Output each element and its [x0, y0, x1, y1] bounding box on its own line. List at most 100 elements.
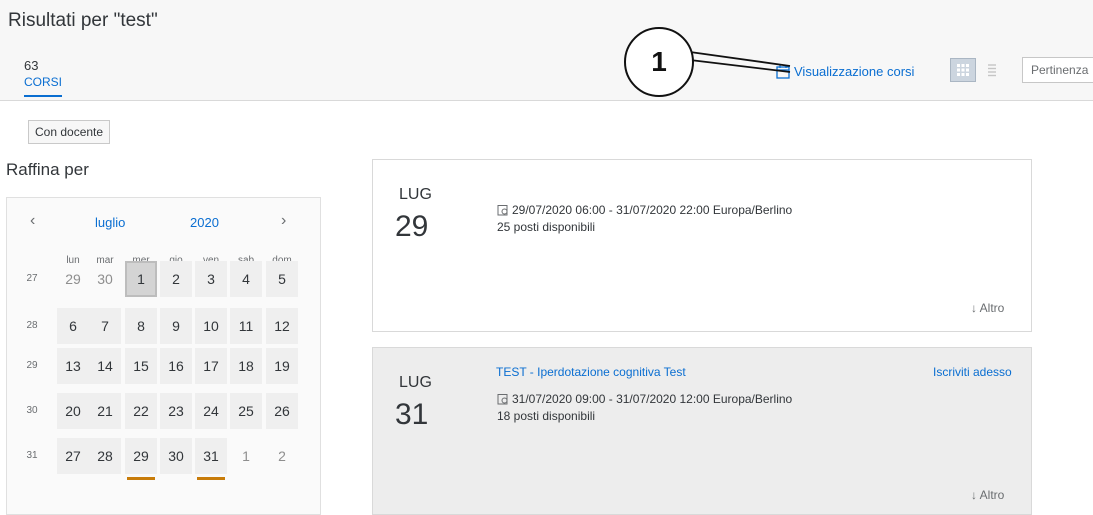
calendar-day[interactable]: 22	[125, 393, 157, 429]
calendar-day-label: 30	[97, 271, 113, 287]
calendar-day-label: 24	[203, 403, 219, 419]
calendar-day[interactable]: 8	[125, 308, 157, 344]
event-marker	[197, 477, 225, 480]
card-day: 31	[395, 398, 429, 431]
week-number: 31	[26, 450, 38, 461]
calendar-day[interactable]: 20	[57, 393, 89, 429]
calendar-day-label: 4	[242, 271, 250, 287]
arrow-down-icon: ↓	[971, 301, 980, 315]
calendar-day[interactable]: 1	[230, 438, 262, 474]
calendar-day[interactable]: 24	[195, 393, 227, 429]
calendar-day-label: 29	[133, 448, 149, 464]
month-selector[interactable]: luglio	[95, 215, 125, 230]
week-number: 28	[26, 320, 38, 331]
calendar-day-label: 1	[137, 271, 145, 287]
calendar-day-label: 15	[133, 358, 149, 374]
calendar-day[interactable]: 10	[195, 308, 227, 344]
card-seats: 25 posti disponibili	[497, 220, 596, 234]
calendar-day-label: 31	[203, 448, 219, 464]
calendar-clock-icon	[497, 205, 508, 216]
calendar-day[interactable]: 30	[160, 438, 192, 474]
calendar-day-label: 23	[168, 403, 184, 419]
calendar-day-label: 27	[65, 448, 81, 464]
calendar-day[interactable]: 14	[89, 348, 121, 384]
calendar-day[interactable]: 12	[266, 308, 298, 344]
calendar-day-label: 2	[172, 271, 180, 287]
calendar-day[interactable]: 16	[160, 348, 192, 384]
arrow-down-icon: ↓	[971, 488, 980, 502]
card-month: LUG	[399, 374, 432, 391]
calendar-day-label: 8	[137, 318, 145, 334]
calendar-day[interactable]: 21	[89, 393, 121, 429]
calendar-day[interactable]: 18	[230, 348, 262, 384]
calendar-day[interactable]: 19	[266, 348, 298, 384]
refine-heading: Raffina per	[6, 160, 89, 179]
more-link[interactable]: ↓ Altro	[971, 301, 1004, 315]
next-month-button[interactable]: ›	[281, 212, 286, 230]
result-card[interactable]: LUG 29 29/07/2020 06:00 - 31/07/2020 22:…	[372, 159, 1032, 332]
calendar-day-label: 22	[133, 403, 149, 419]
calendar-day-label: 25	[238, 403, 254, 419]
calendar-day-label: 11	[238, 318, 254, 334]
calendar-day-label: 10	[203, 318, 219, 334]
calendar-day[interactable]: 5	[266, 261, 298, 297]
calendar-day[interactable]: 11	[230, 308, 262, 344]
calendar-day[interactable]: 23	[160, 393, 192, 429]
instructor-filter-chip[interactable]: Con docente	[28, 120, 111, 144]
card-seats: 18 posti disponibili	[497, 409, 596, 423]
calendar-day[interactable]: 2	[160, 261, 192, 297]
week-number: 30	[26, 405, 38, 416]
calendar-day[interactable]: 31	[195, 438, 227, 480]
calendar-day[interactable]: 17	[195, 348, 227, 384]
calendar-day-label: 16	[168, 358, 184, 374]
calendar-day[interactable]: 25	[230, 393, 262, 429]
calendar-day-label: 12	[274, 318, 290, 334]
calendar-day[interactable]: 4	[230, 261, 262, 297]
calendar-day[interactable]: 3	[195, 261, 227, 297]
calendar-day-label: 5	[278, 271, 286, 287]
calendar-day-label: 3	[207, 271, 215, 287]
week-number: 27	[26, 273, 38, 284]
calendar-day[interactable]: 28	[89, 438, 121, 474]
card-day: 29	[395, 210, 429, 243]
prev-month-button[interactable]: ‹	[30, 212, 35, 230]
calendar-day[interactable]: 1	[125, 261, 157, 297]
more-link[interactable]: ↓ Altro	[971, 488, 1004, 502]
week-number: 29	[26, 360, 38, 371]
calendar-day[interactable]: 29	[57, 261, 89, 297]
calendar-clock-icon	[497, 394, 508, 405]
calendar-day-label: 30	[168, 448, 184, 464]
calendar-day-label: 14	[97, 358, 113, 374]
enroll-now-link[interactable]: Iscriviti adesso	[933, 365, 1012, 379]
card-datetime: 31/07/2020 09:00 - 31/07/2020 12:00 Euro…	[512, 392, 793, 406]
calendar-day[interactable]: 7	[89, 308, 121, 344]
calendar-day[interactable]: 26	[266, 393, 298, 429]
course-title-link[interactable]: TEST - Iperdotazione cognitiva Test	[496, 365, 686, 379]
calendar-day-label: 26	[274, 403, 290, 419]
calendar-day[interactable]: 9	[160, 308, 192, 344]
calendar-day-label: 18	[238, 358, 254, 374]
calendar-day[interactable]: 13	[57, 348, 89, 384]
calendar-day-label: 17	[203, 358, 219, 374]
calendar-day[interactable]: 27	[57, 438, 89, 474]
calendar-day[interactable]: 30	[89, 261, 121, 297]
calendar-day-label: 9	[172, 318, 180, 334]
calendar-day-label: 7	[101, 318, 109, 334]
card-month: LUG	[399, 186, 432, 203]
calendar-day[interactable]: 15	[125, 348, 157, 384]
calendar-day-label: 28	[97, 448, 113, 464]
calendar-day[interactable]: 29	[125, 438, 157, 480]
calendar-day-label: 20	[65, 403, 81, 419]
calendar-day-label: 29	[65, 271, 81, 287]
result-card[interactable]: TEST - Iperdotazione cognitiva Test Iscr…	[372, 347, 1032, 515]
calendar-day-label: 19	[274, 358, 290, 374]
calendar-day-label: 6	[69, 318, 77, 334]
year-selector[interactable]: 2020	[190, 215, 219, 230]
calendar-day[interactable]: 6	[57, 308, 89, 344]
calendar-day[interactable]: 2	[266, 438, 298, 474]
calendar-day-label: 21	[97, 403, 113, 419]
event-marker	[127, 477, 155, 480]
calendar-day-label: 2	[278, 448, 286, 464]
calendar-day-label: 13	[65, 358, 81, 374]
callout-marker: 1	[624, 27, 694, 97]
